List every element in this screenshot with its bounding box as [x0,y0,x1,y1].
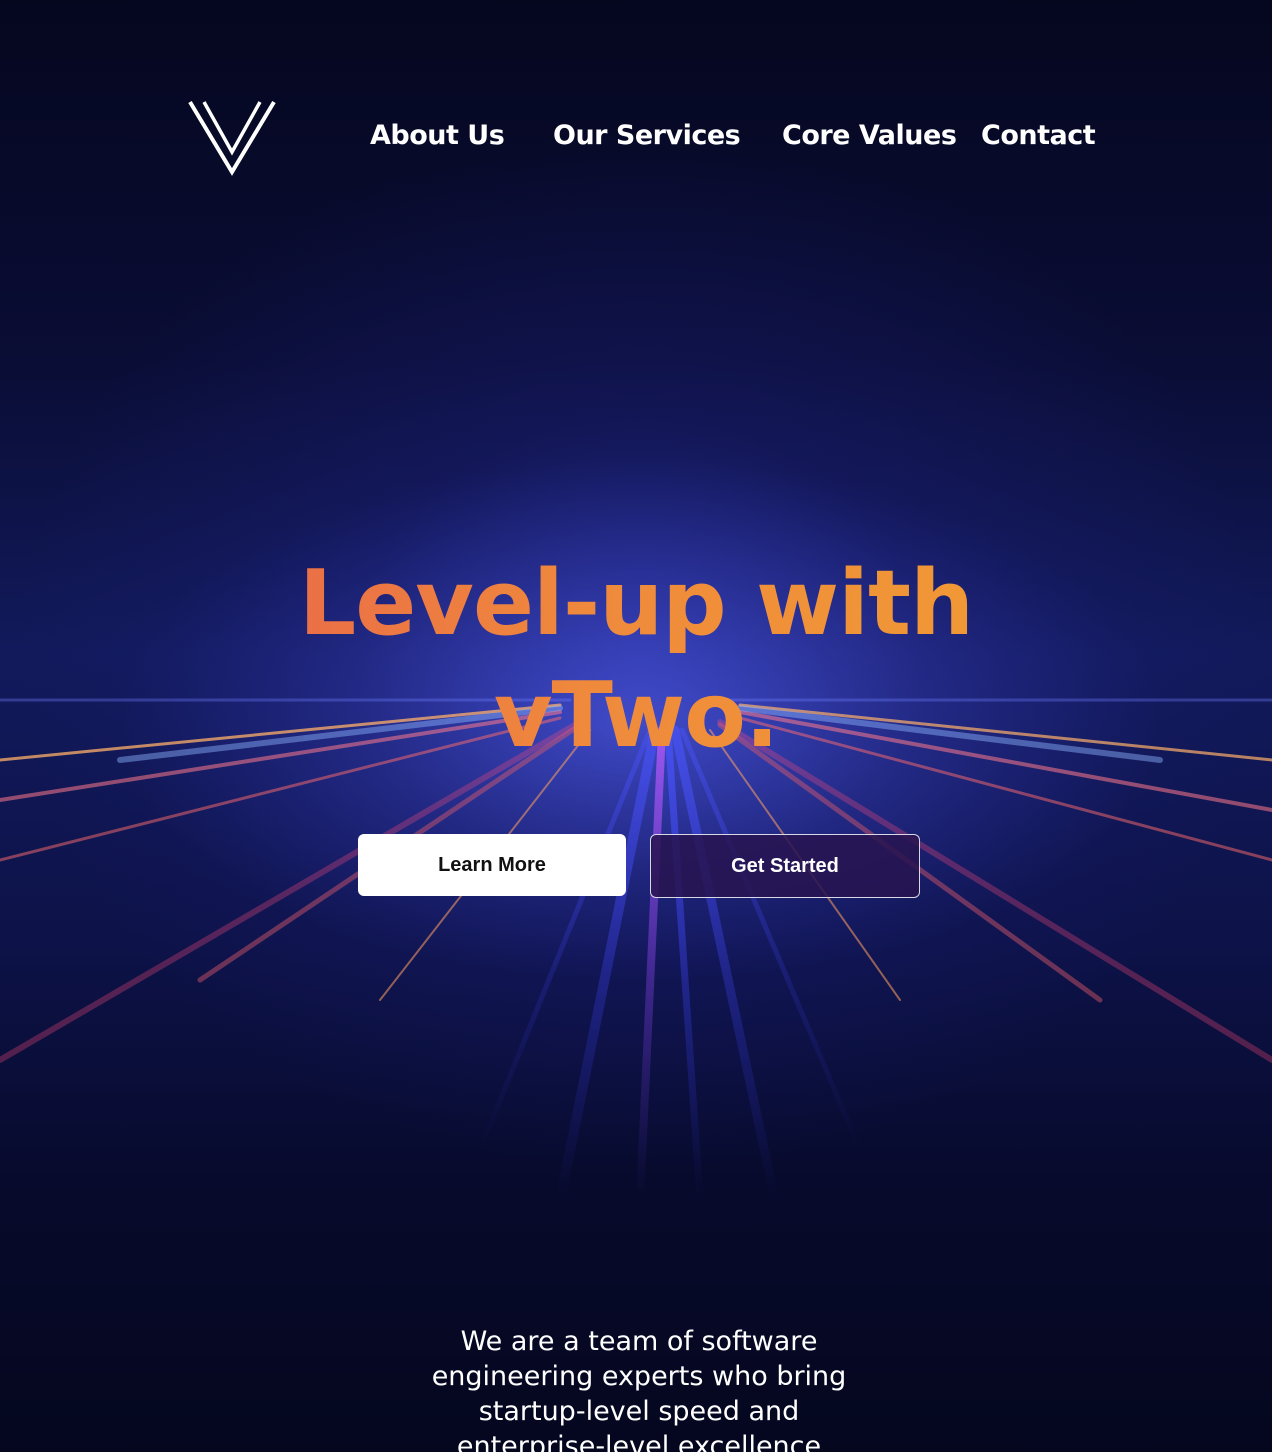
nav-item-core-values[interactable]: Core Values [782,116,957,156]
landing-page: About Us Our Services Core Values Contac… [0,0,1272,1452]
hero-title-line1: Level-up with [298,551,974,656]
hero-title: Level-up with vTwo. [236,548,1036,772]
about-intro-text: We are a team of software engineering ex… [431,1326,847,1452]
nav-item-contact[interactable]: Contact [981,116,1096,156]
main-nav: About Us Our Services Core Values Contac… [0,116,1272,160]
nav-item-our-services[interactable]: Our Services [553,116,741,156]
get-started-label: Get Started [731,854,839,877]
nav-item-about-us[interactable]: About Us [370,116,505,156]
learn-more-label: Learn More [438,853,546,876]
hero-title-line2: vTwo. [493,663,779,768]
learn-more-button[interactable]: Learn More [358,834,626,896]
get-started-button[interactable]: Get Started [650,834,920,898]
